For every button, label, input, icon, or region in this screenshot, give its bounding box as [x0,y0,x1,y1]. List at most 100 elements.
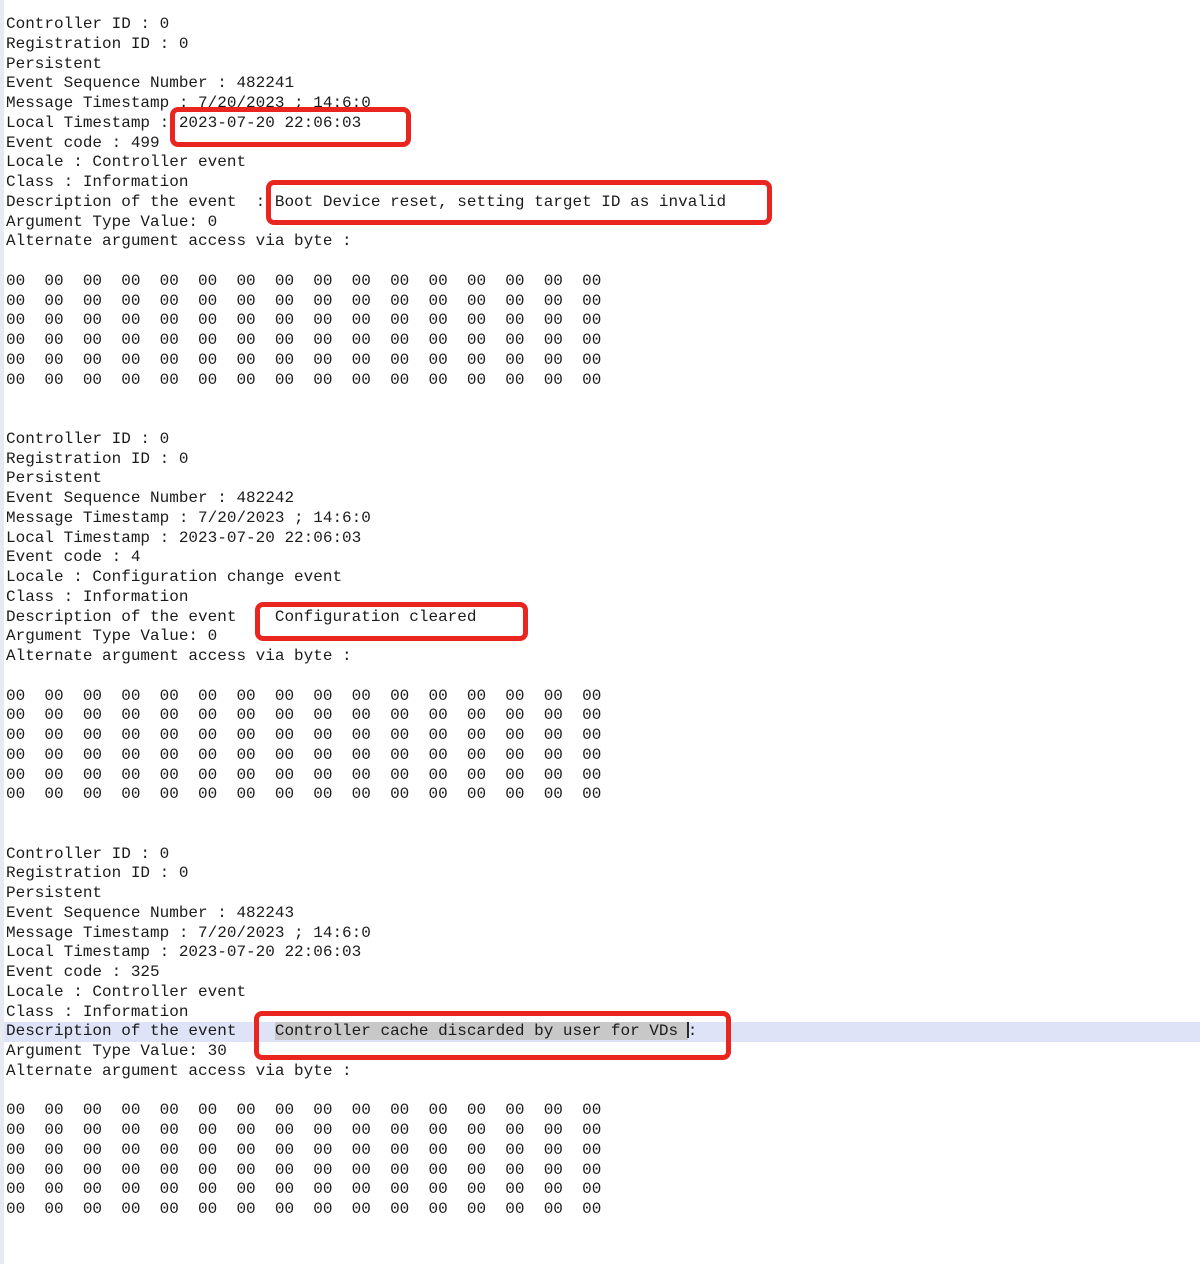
hex-dump-row: 00 00 00 00 00 00 00 00 00 00 00 00 00 0… [0,746,1200,766]
blank-line [0,1220,1200,1240]
log-text: Event code : 325 [6,963,160,981]
log-text: Locale : Controller event [6,153,246,171]
log-line: Alternate argument access via byte : [0,647,1200,667]
log-line: Event code : 499 [0,134,1200,154]
log-line: Locale : Controller event [0,983,1200,1003]
log-text: Class : Information [6,1003,188,1021]
hex-dump-row: 00 00 00 00 00 00 00 00 00 00 00 00 00 0… [0,1101,1200,1121]
hex-dump-row: 00 00 00 00 00 00 00 00 00 00 00 00 00 0… [0,272,1200,292]
log-text: Event code : 499 [6,134,160,152]
log-text: Registration ID : 0 [6,864,188,882]
hex-dump-row: 00 00 00 00 00 00 00 00 00 00 00 00 00 0… [0,785,1200,805]
log-text: Description of the event : Boot Device r… [6,193,726,211]
hex-dump-row: 00 00 00 00 00 00 00 00 00 00 00 00 00 0… [0,687,1200,707]
log-line: Class : Information [0,173,1200,193]
log-text: Persistent [6,469,102,487]
log-line: Class : Information [0,588,1200,608]
log-text: Message Timestamp : 7/20/2023 ; 14:6:0 [6,924,371,942]
hex-dump-row: 00 00 00 00 00 00 00 00 00 00 00 00 00 0… [0,371,1200,391]
log-text: Registration ID : 0 [6,450,188,468]
hex-dump-row: 00 00 00 00 00 00 00 00 00 00 00 00 00 0… [0,726,1200,746]
hex-dump-row: 00 00 00 00 00 00 00 00 00 00 00 00 00 0… [0,351,1200,371]
log-line: Registration ID : 0 [0,35,1200,55]
log-line: Message Timestamp : 7/20/2023 ; 14:6:0 [0,94,1200,114]
blank-line [0,825,1200,845]
log-line: Alternate argument access via byte : [0,1062,1200,1082]
log-text: Class : Information [6,173,188,191]
log-line: Message Timestamp : 7/20/2023 ; 14:6:0 [0,924,1200,944]
log-line: Description of the event : Boot Device r… [0,193,1200,213]
log-text: Alternate argument access via byte : [6,1062,352,1080]
log-line: Local Timestamp : 2023-07-20 22:06:03 [0,943,1200,963]
log-text: Message Timestamp : 7/20/2023 ; 14:6:0 [6,509,371,527]
log-line: Controller ID : 0 [0,845,1200,865]
log-text: Class : Information [6,588,188,606]
log-line: Controller ID : 0 [0,430,1200,450]
log-line: Persistent [0,55,1200,75]
log-line: Locale : Configuration change event [0,568,1200,588]
log-line: Event code : 4 [0,548,1200,568]
log-line: Local Timestamp : 2023-07-20 22:06:03 [0,529,1200,549]
log-text: Controller ID : 0 [6,15,169,33]
event-log-page: Controller ID : 0Registration ID : 0Pers… [0,0,1200,1264]
log-text: Event Sequence Number : 482241 [6,74,294,92]
log-line: Alternate argument access via byte : [0,232,1200,252]
log-line: Event Sequence Number : 482242 [0,489,1200,509]
hex-dump-row: 00 00 00 00 00 00 00 00 00 00 00 00 00 0… [0,1121,1200,1141]
blank-line [0,805,1200,825]
blank-line [0,1240,1200,1260]
log-text: Argument Type Value: 0 [6,213,217,231]
hex-dump-row: 00 00 00 00 00 00 00 00 00 00 00 00 00 0… [0,1200,1200,1220]
log-text: Event Sequence Number : 482243 [6,904,294,922]
log-text: Locale : Controller event [6,983,246,1001]
log-text: Controller ID : 0 [6,845,169,863]
log-text: Locale : Configuration change event [6,568,342,586]
log-text: Alternate argument access via byte : [6,232,352,250]
log-text: Alternate argument access via byte : [6,647,352,665]
log-text: Event code : 4 [6,548,140,566]
blank-line [0,390,1200,410]
log-line: Local Timestamp : 2023-07-20 22:06:03 [0,114,1200,134]
log-line: Controller ID : 0 [0,15,1200,35]
log-text: Message Timestamp : 7/20/2023 ; 14:6:0 [6,94,371,112]
hex-dump-row: 00 00 00 00 00 00 00 00 00 00 00 00 00 0… [0,1180,1200,1200]
log-line: Message Timestamp : 7/20/2023 ; 14:6:0 [0,509,1200,529]
blank-line [0,1082,1200,1102]
hex-dump-row: 00 00 00 00 00 00 00 00 00 00 00 00 00 0… [0,1161,1200,1181]
log-line: Argument Type Value: 0 [0,213,1200,233]
left-edge-strip [0,0,4,1264]
log-line: Class : Information [0,1003,1200,1023]
event-log-output: Controller ID : 0Registration ID : 0Pers… [0,15,1200,1259]
log-line: Registration ID : 0 [0,864,1200,884]
log-line: Description of the event Configuration c… [0,608,1200,628]
hex-dump-row: 00 00 00 00 00 00 00 00 00 00 00 00 00 0… [0,331,1200,351]
hex-dump-row: 00 00 00 00 00 00 00 00 00 00 00 00 00 0… [0,766,1200,786]
log-text: Local Timestamp : 2023-07-20 22:06:03 [6,114,361,132]
blank-line [0,410,1200,430]
log-text: Local Timestamp : 2023-07-20 22:06:03 [6,529,361,547]
log-text: Argument Type Value: 30 [6,1042,227,1060]
log-text: Registration ID : 0 [6,35,188,53]
log-line: Event code : 325 [0,963,1200,983]
log-text: Event Sequence Number : 482242 [6,489,294,507]
hex-dump-row: 00 00 00 00 00 00 00 00 00 00 00 00 00 0… [0,706,1200,726]
log-text: Description of the event [6,1022,275,1040]
blank-line [0,252,1200,272]
log-line: Locale : Controller event [0,153,1200,173]
log-line: Registration ID : 0 [0,450,1200,470]
blank-line [0,667,1200,687]
hex-dump-row: 00 00 00 00 00 00 00 00 00 00 00 00 00 0… [0,311,1200,331]
hex-dump-row: 00 00 00 00 00 00 00 00 00 00 00 00 00 0… [0,1141,1200,1161]
log-text: Persistent [6,884,102,902]
log-text: : [688,1022,698,1040]
log-line: Argument Type Value: 0 [0,627,1200,647]
log-line: Event Sequence Number : 482243 [0,904,1200,924]
log-text: Controller ID : 0 [6,430,169,448]
log-text: Persistent [6,55,102,73]
selected-text: Controller cache discarded by user for V… [275,1022,688,1040]
hex-dump-row: 00 00 00 00 00 00 00 00 00 00 00 00 00 0… [0,292,1200,312]
log-text: Local Timestamp : 2023-07-20 22:06:03 [6,943,361,961]
log-text: Argument Type Value: 0 [6,627,217,645]
log-line: Argument Type Value: 30 [0,1042,1200,1062]
log-line: Event Sequence Number : 482241 [0,74,1200,94]
